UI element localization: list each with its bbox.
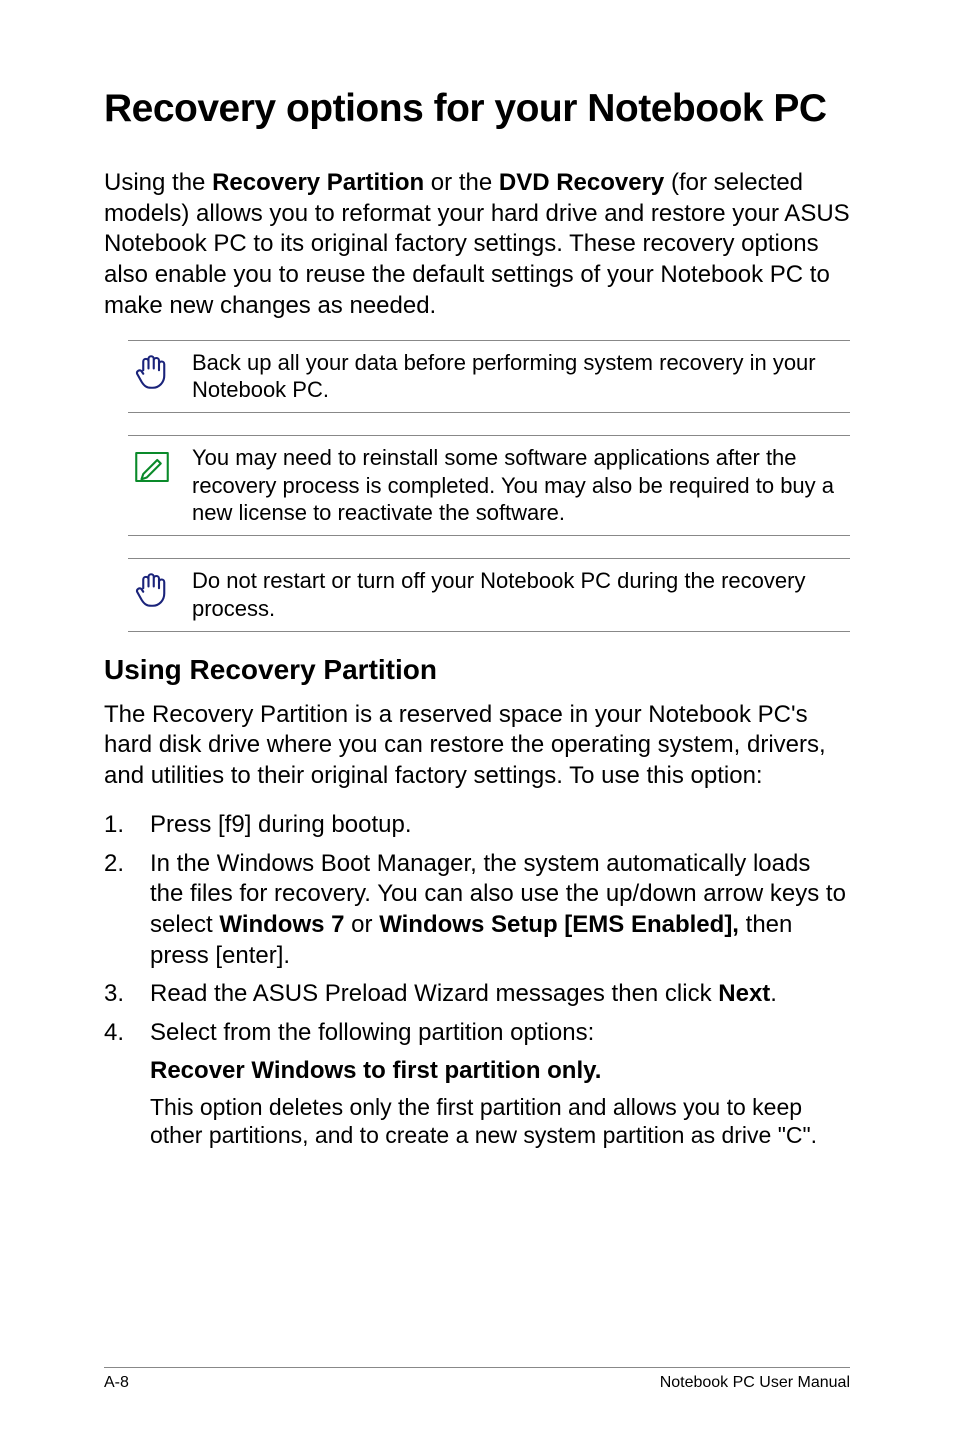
note-backup: Back up all your data before performing … (128, 340, 850, 413)
note-do-not-restart-text: Do not restart or turn off your Notebook… (176, 567, 850, 622)
note-reinstall: You may need to reinstall some software … (128, 435, 850, 536)
intro-bold-2: DVD Recovery (499, 169, 664, 196)
step-1-text: Press [f9] during bootup. (150, 811, 412, 838)
intro-paragraph: Using the Recovery Partition or the DVD … (104, 168, 850, 322)
recovery-partition-description: The Recovery Partition is a reserved spa… (104, 700, 850, 792)
step-3-post: . (770, 980, 777, 1007)
step-4-text: Select from the following partition opti… (150, 1019, 594, 1046)
step-4: Select from the following partition opti… (104, 1018, 850, 1049)
intro-pre: Using the (104, 169, 212, 196)
page-title: Recovery options for your Notebook PC (104, 86, 850, 132)
hand-stop-icon (128, 349, 176, 393)
step-3-bold: Next (718, 980, 770, 1007)
page-number: A-8 (104, 1374, 129, 1392)
note-backup-text: Back up all your data before performing … (176, 349, 850, 404)
recover-first-partition-body: This option deletes only the first parti… (104, 1093, 850, 1150)
steps-list: Press [f9] during bootup. In the Windows… (104, 810, 850, 1049)
recover-first-partition-heading: Recover Windows to first partition only. (104, 1057, 850, 1085)
manual-title: Notebook PC User Manual (660, 1374, 850, 1392)
step-1: Press [f9] during bootup. (104, 810, 850, 841)
hand-stop-icon (128, 567, 176, 611)
section-heading-recovery-partition: Using Recovery Partition (104, 654, 850, 686)
step-2-bold-2: Windows Setup [EMS Enabled], (379, 911, 739, 938)
step-2-bold-1: Windows 7 (219, 911, 344, 938)
page-footer: A-8 Notebook PC User Manual (104, 1367, 850, 1392)
note-pencil-icon (128, 444, 176, 488)
step-3-pre: Read the ASUS Preload Wizard messages th… (150, 980, 718, 1007)
note-do-not-restart: Do not restart or turn off your Notebook… (128, 558, 850, 631)
step-2-mid: or (345, 911, 380, 938)
note-reinstall-text: You may need to reinstall some software … (176, 444, 850, 527)
step-2: In the Windows Boot Manager, the system … (104, 849, 850, 972)
page-content: Recovery options for your Notebook PC Us… (0, 0, 954, 1438)
intro-bold-1: Recovery Partition (212, 169, 424, 196)
intro-mid: or the (424, 169, 499, 196)
step-3: Read the ASUS Preload Wizard messages th… (104, 979, 850, 1010)
